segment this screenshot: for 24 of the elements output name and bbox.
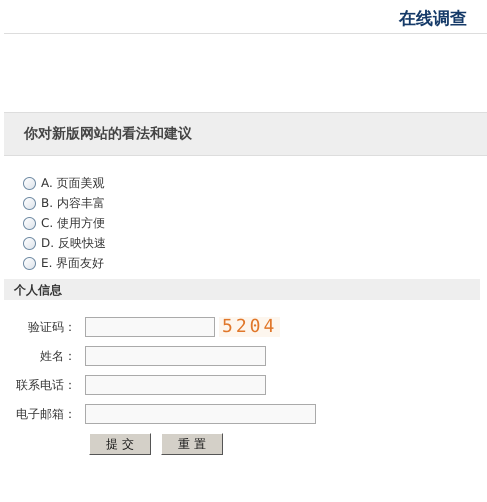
input-field[interactable] xyxy=(85,375,266,395)
option-radio[interactable]: E. 界面友好 xyxy=(23,253,487,273)
form-button[interactable]: 重 置 xyxy=(161,433,223,455)
input-field[interactable] xyxy=(85,317,215,337)
page-title: 在线调查 xyxy=(399,11,467,28)
input-field[interactable] xyxy=(85,404,316,424)
radio-icon[interactable] xyxy=(23,176,36,190)
field-label: 联系电话： xyxy=(15,377,77,394)
captcha-image: 5204 xyxy=(219,317,280,337)
radio-icon[interactable] xyxy=(23,236,36,250)
question-title: 你对新版网站的看法和建议 xyxy=(24,124,192,144)
option-radio[interactable]: A. 页面美观 xyxy=(23,173,487,193)
input-field[interactable] xyxy=(85,346,266,366)
field-label: 姓名： xyxy=(39,348,77,365)
field-label: 验证码： xyxy=(27,319,77,336)
radio-icon[interactable] xyxy=(23,196,36,210)
option-radio[interactable]: C. 使用方便 xyxy=(23,213,487,233)
radio-icon[interactable] xyxy=(23,216,36,230)
option-radio[interactable]: D. 反映快速 xyxy=(23,233,487,253)
field-label: 电子邮箱： xyxy=(15,406,77,423)
section-title: 个人信息 xyxy=(14,282,62,298)
form-button[interactable]: 提 交 xyxy=(89,433,151,455)
option-radio[interactable]: B. 内容丰富 xyxy=(23,193,487,213)
radio-icon[interactable] xyxy=(23,256,36,270)
